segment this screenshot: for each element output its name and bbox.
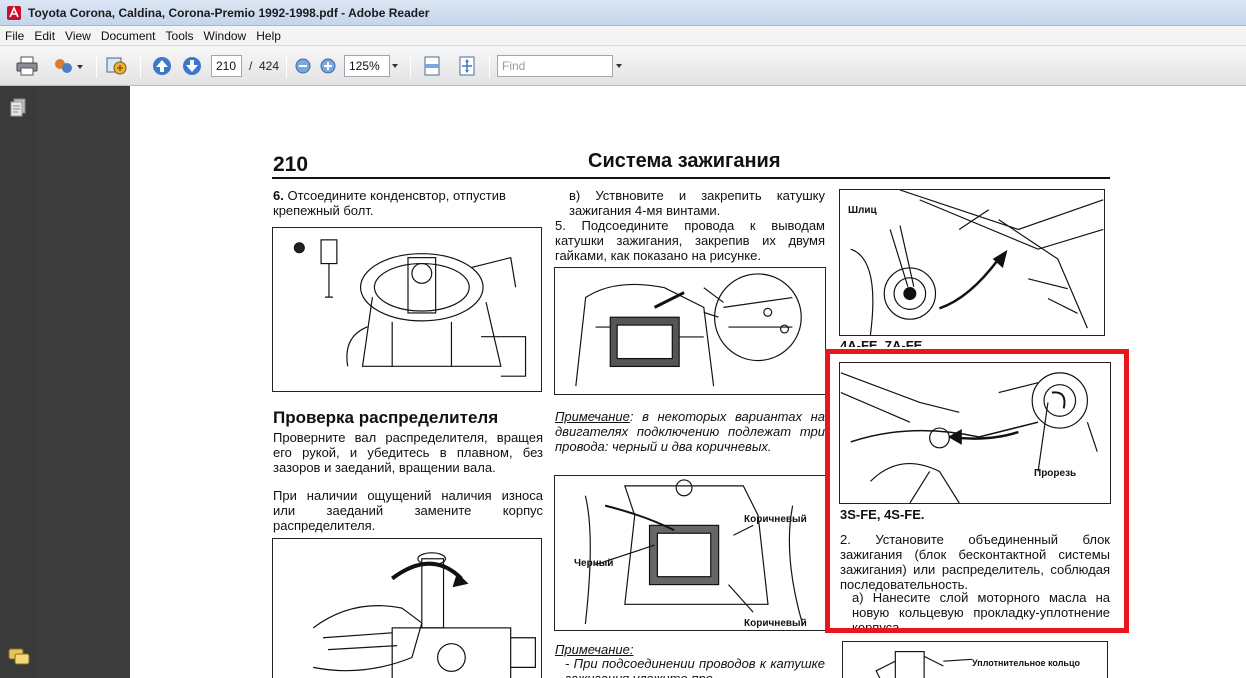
previous-page-button[interactable] <box>150 54 174 78</box>
zoom-in-button[interactable] <box>318 54 338 78</box>
menu-window[interactable]: Window <box>199 29 252 43</box>
note-1-label: Примечание <box>555 409 630 424</box>
pdf-page: 210 Система зажигания 6. Отсоедините кон… <box>130 86 1246 678</box>
adobe-reader-icon <box>7 5 21 20</box>
note-2-text: - При подсоединении проводов к катушке з… <box>565 656 825 678</box>
step-v-text: в) Уствновите и закрепить катушку зажига… <box>569 188 825 218</box>
paragraph-rotate-shaft: Проверните вал распределителя, вращея ег… <box>273 430 543 475</box>
share-button[interactable] <box>50 54 86 78</box>
title-rule <box>272 177 1110 179</box>
menu-file[interactable]: File <box>0 29 29 43</box>
share-icon <box>55 59 83 73</box>
menu-edit[interactable]: Edit <box>29 29 60 43</box>
zoom-out-button[interactable] <box>293 54 313 78</box>
arrow-down-icon <box>183 57 201 75</box>
fit-width-icon <box>424 56 440 76</box>
page-title: Система зажигания <box>588 150 781 172</box>
coil-wiring-illustration <box>584 479 804 625</box>
scrolling-mode-button[interactable] <box>420 54 444 78</box>
zoom-dropdown-icon[interactable] <box>392 64 398 68</box>
collaborate-icon <box>106 57 127 75</box>
window-title: Toyota Corona, Caldina, Corona-Premio 19… <box>28 5 430 20</box>
figure-slot-4afe <box>839 189 1105 336</box>
menu-tools[interactable]: Tools <box>161 29 199 43</box>
zoom-in-icon <box>320 58 336 74</box>
paragraph-replace-housing: При наличии ощущений наличия износа или … <box>273 488 543 533</box>
menu-view[interactable]: View <box>60 29 96 43</box>
ignition-coil-illustration <box>575 273 802 387</box>
label-brown-top: Коричневый <box>744 514 807 525</box>
print-button[interactable] <box>14 54 40 78</box>
menu-bar: File Edit View Document Tools Window Hel… <box>0 26 1246 46</box>
figure-distributor-condenser <box>272 227 542 392</box>
engine-slot-illustration <box>850 190 1104 335</box>
note-2-label: Примечание: <box>555 642 634 657</box>
find-dropdown-icon[interactable] <box>616 64 622 68</box>
distributor-illustration <box>293 239 527 377</box>
page-separator: / <box>249 59 253 73</box>
next-page-button[interactable] <box>180 54 204 78</box>
fit-page-icon <box>459 56 475 76</box>
pages-panel-icon[interactable] <box>9 98 27 118</box>
collaborate-button[interactable] <box>104 54 130 78</box>
printer-icon <box>16 56 38 76</box>
fit-page-button[interactable] <box>455 54 479 78</box>
page-number-input[interactable]: 210 <box>211 55 242 77</box>
document-background <box>36 86 130 678</box>
comments-icon[interactable] <box>8 648 30 666</box>
zoom-out-icon <box>295 58 311 74</box>
note-2-heading: Примечание: <box>555 642 825 657</box>
engine-label-4afe: 4A-FE, 7A-FE <box>840 338 923 347</box>
menu-document[interactable]: Document <box>96 29 161 43</box>
step-6-number: 6. <box>273 188 284 203</box>
label-brown-bottom: Коричневый <box>744 618 807 629</box>
menu-help[interactable]: Help <box>251 29 286 43</box>
zoom-level-select[interactable]: 125% <box>344 55 390 77</box>
figure-wire-colors <box>554 475 826 631</box>
step-6-text: 6. Отсоедините конденсвтор, отпустив кре… <box>273 188 543 218</box>
label-black: Черный <box>574 558 614 569</box>
step-5-text: 5. Подсоедините провода к выводам катушк… <box>555 218 825 263</box>
label-slit: Шлиц <box>848 205 877 216</box>
toolbar: 210 / 424 125% Find <box>0 46 1246 86</box>
figure-rotate-shaft <box>272 538 542 678</box>
arrow-up-icon <box>153 57 171 75</box>
label-o-ring: Уплотнительное кольцо <box>972 658 1080 668</box>
find-input[interactable]: Find <box>497 55 613 77</box>
section-heading-distributor-check: Проверка распределителя <box>273 408 499 427</box>
page-number-heading: 210 <box>273 153 309 176</box>
navigation-sidebar <box>0 86 36 678</box>
highlight-box <box>825 349 1129 633</box>
title-bar: Toyota Corona, Caldina, Corona-Premio 19… <box>0 0 1246 26</box>
hand-rotating-shaft-illustration <box>312 552 536 678</box>
page-total: 424 <box>259 59 280 73</box>
figure-coil-connection <box>554 267 826 395</box>
note-1-text: Примечание: в некоторых вариантах на дви… <box>555 409 825 454</box>
step-6-body: Отсоедините конденсвтор, отпустив крепеж… <box>273 188 506 218</box>
